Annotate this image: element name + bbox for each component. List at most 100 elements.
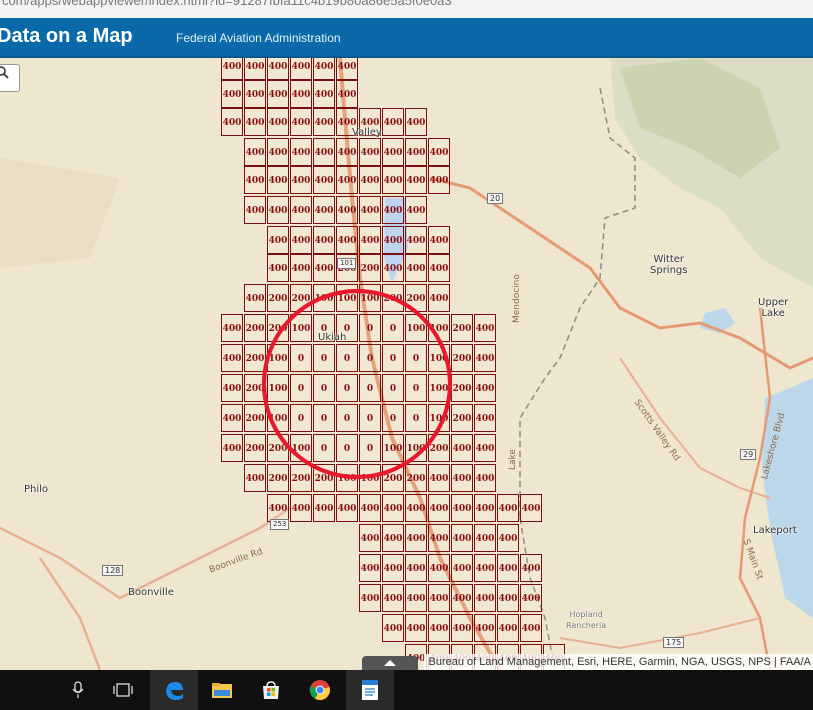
grid-cell[interactable]: 400: [313, 80, 335, 108]
grid-cell[interactable]: 100: [382, 434, 404, 462]
grid-cell[interactable]: 200: [428, 434, 450, 462]
grid-cell[interactable]: 0: [336, 344, 358, 372]
grid-cell[interactable]: 400: [405, 584, 427, 612]
grid-cell[interactable]: 400: [382, 524, 404, 552]
grid-cell[interactable]: 100: [405, 434, 427, 462]
grid-cell[interactable]: 100: [267, 344, 289, 372]
grid-cell[interactable]: 0: [405, 374, 427, 402]
grid-cell[interactable]: 400: [405, 254, 427, 282]
grid-cell[interactable]: 400: [428, 166, 450, 194]
grid-cell[interactable]: 0: [290, 344, 312, 372]
grid-cell[interactable]: 400: [428, 226, 450, 254]
grid-cell[interactable]: 400: [267, 138, 289, 166]
grid-cell[interactable]: 400: [336, 58, 358, 80]
grid-cell[interactable]: 400: [244, 166, 266, 194]
grid-cell[interactable]: 200: [359, 254, 381, 282]
grid-cell[interactable]: 400: [336, 494, 358, 522]
grid-cell[interactable]: 200: [451, 314, 473, 342]
grid-cell[interactable]: 200: [451, 344, 473, 372]
grid-cell[interactable]: 400: [382, 226, 404, 254]
grid-cell[interactable]: 0: [336, 374, 358, 402]
grid-cell[interactable]: 400: [428, 524, 450, 552]
grid-cell[interactable]: 400: [359, 138, 381, 166]
grid-cell[interactable]: 100: [428, 314, 450, 342]
grid-cell[interactable]: 400: [382, 254, 404, 282]
grid-cell[interactable]: 400: [474, 584, 496, 612]
grid-cell[interactable]: 400: [244, 108, 266, 136]
taskbar-chrome[interactable]: [296, 670, 344, 710]
grid-cell[interactable]: 400: [221, 434, 243, 462]
grid-cell[interactable]: 200: [451, 374, 473, 402]
grid-cell[interactable]: 400: [497, 584, 519, 612]
grid-cell[interactable]: 400: [520, 614, 542, 642]
grid-cell[interactable]: 0: [382, 344, 404, 372]
grid-cell[interactable]: 0: [313, 374, 335, 402]
grid-cell[interactable]: 400: [405, 614, 427, 642]
grid-cell[interactable]: 400: [382, 554, 404, 582]
grid-cell[interactable]: 0: [313, 344, 335, 372]
grid-cell[interactable]: 400: [382, 584, 404, 612]
grid-cell[interactable]: 400: [313, 108, 335, 136]
grid-cell[interactable]: 0: [290, 404, 312, 432]
grid-cell[interactable]: 100: [336, 464, 358, 492]
grid-cell[interactable]: 400: [405, 138, 427, 166]
browser-url-bar[interactable]: com/apps/webappviewer/index.html?id=9128…: [0, 0, 813, 19]
grid-cell[interactable]: 400: [497, 554, 519, 582]
grid-cell[interactable]: 400: [474, 614, 496, 642]
grid-cell[interactable]: 200: [244, 434, 266, 462]
grid-cell[interactable]: 0: [313, 404, 335, 432]
grid-cell[interactable]: 0: [336, 434, 358, 462]
grid-cell[interactable]: 400: [451, 584, 473, 612]
grid-cell[interactable]: 400: [336, 138, 358, 166]
grid-cell[interactable]: 400: [244, 58, 266, 80]
map-search-button[interactable]: [0, 64, 20, 92]
grid-cell[interactable]: 400: [313, 226, 335, 254]
grid-cell[interactable]: 400: [405, 226, 427, 254]
grid-cell[interactable]: 200: [290, 464, 312, 492]
grid-cell[interactable]: 200: [382, 284, 404, 312]
grid-cell[interactable]: 400: [221, 404, 243, 432]
grid-cell[interactable]: 200: [267, 434, 289, 462]
grid-cell[interactable]: 100: [267, 374, 289, 402]
grid-cell[interactable]: 100: [336, 284, 358, 312]
grid-cell[interactable]: 200: [244, 314, 266, 342]
grid-cell[interactable]: 400: [451, 494, 473, 522]
grid-cell[interactable]: 200: [405, 284, 427, 312]
grid-cell[interactable]: 400: [313, 166, 335, 194]
grid-cell[interactable]: 200: [382, 464, 404, 492]
grid-cell[interactable]: 100: [428, 374, 450, 402]
grid-cell[interactable]: 400: [244, 464, 266, 492]
grid-cell[interactable]: 400: [451, 464, 473, 492]
grid-cell[interactable]: 400: [451, 524, 473, 552]
grid-cell[interactable]: 200: [244, 374, 266, 402]
grid-cell[interactable]: 400: [428, 464, 450, 492]
grid-cell[interactable]: 400: [290, 254, 312, 282]
grid-cell[interactable]: 400: [290, 80, 312, 108]
grid-cell[interactable]: 400: [382, 196, 404, 224]
grid-cell[interactable]: 0: [405, 404, 427, 432]
grid-cell[interactable]: 400: [382, 138, 404, 166]
grid-cell[interactable]: 400: [428, 614, 450, 642]
grid-cell[interactable]: 400: [313, 138, 335, 166]
grid-cell[interactable]: 200: [267, 464, 289, 492]
grid-cell[interactable]: 400: [474, 374, 496, 402]
grid-cell[interactable]: 400: [382, 614, 404, 642]
grid-cell[interactable]: 400: [221, 344, 243, 372]
grid-cell[interactable]: 400: [497, 494, 519, 522]
taskbar-file-explorer[interactable]: [198, 670, 246, 710]
agency-link[interactable]: Federal Aviation Administration: [176, 31, 341, 45]
grid-cell[interactable]: 400: [336, 80, 358, 108]
grid-cell[interactable]: 400: [359, 554, 381, 582]
grid-cell[interactable]: 0: [359, 344, 381, 372]
grid-cell[interactable]: 400: [290, 108, 312, 136]
grid-cell[interactable]: 0: [382, 404, 404, 432]
attribution-toggle-button[interactable]: [362, 656, 418, 670]
grid-cell[interactable]: 400: [267, 196, 289, 224]
map-view[interactable]: 400 400 400 400 400 400 400 400 400 400 400 400 400 4…: [0, 58, 813, 670]
grid-cell[interactable]: 400: [359, 494, 381, 522]
grid-cell[interactable]: 400: [267, 80, 289, 108]
grid-cell[interactable]: 400: [313, 494, 335, 522]
grid-cell[interactable]: 400: [313, 58, 335, 80]
grid-cell[interactable]: 400: [221, 374, 243, 402]
grid-cell[interactable]: 400: [405, 196, 427, 224]
